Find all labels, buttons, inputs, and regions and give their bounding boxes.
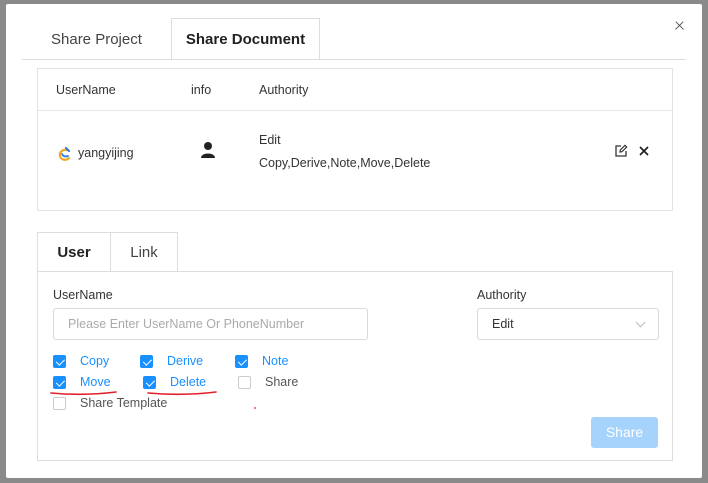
username-label: UserName (53, 288, 113, 302)
shared-users-table: UserName info Authority yangyijing Edit … (37, 68, 673, 211)
add-share-section: User Link UserName Authority Edit Copy D… (37, 232, 673, 461)
row-permissions: Copy,Derive,Note,Move,Delete (259, 156, 431, 170)
checkbox-delete[interactable]: Delete (143, 375, 206, 389)
checkbox-note[interactable]: Note (235, 354, 288, 368)
row-authority-level: Edit (259, 133, 281, 147)
row-username: yangyijing (78, 146, 134, 160)
checkbox-label: Derive (167, 354, 204, 368)
checkbox-share-template[interactable]: Share Template (53, 396, 167, 410)
tab-share-document[interactable]: Share Document (170, 18, 321, 60)
header-username: UserName (56, 83, 116, 97)
username-input[interactable] (53, 308, 368, 340)
checkbox-box[interactable] (53, 396, 66, 410)
top-tabs: Share Project Share Document (22, 18, 321, 60)
checkbox-share[interactable]: Share (238, 375, 298, 389)
header-info: info (191, 83, 212, 97)
tab-link[interactable]: Link (110, 232, 178, 272)
checkbox-derive[interactable]: Derive (140, 354, 203, 368)
edit-icon[interactable] (614, 144, 628, 158)
checkbox-box[interactable] (143, 375, 156, 389)
authority-selected-value: Edit (492, 317, 514, 331)
share-button[interactable]: Share (591, 417, 658, 448)
checkbox-box[interactable] (53, 354, 66, 368)
share-dialog: Share Project Share Document UserName in… (6, 4, 702, 478)
share-mode-tabs: User Link (37, 232, 178, 272)
table-header-divider (38, 110, 672, 111)
person-icon[interactable] (200, 141, 216, 159)
checkbox-label: Copy (80, 354, 110, 368)
checkbox-box[interactable] (235, 354, 248, 368)
checkbox-box[interactable] (238, 375, 251, 389)
checkbox-box[interactable] (140, 354, 153, 368)
chevron-down-icon (635, 317, 646, 328)
authority-label: Authority (477, 288, 527, 302)
close-icon[interactable] (672, 18, 688, 34)
checkbox-copy[interactable]: Copy (53, 354, 109, 368)
checkbox-move[interactable]: Move (53, 375, 111, 389)
red-annotation-marks (50, 391, 256, 409)
user-logo-icon (58, 147, 71, 161)
checkbox-label: Share (265, 375, 299, 389)
tabs-divider (22, 59, 686, 60)
user-share-panel: UserName Authority Edit Copy Derive Note (37, 271, 673, 461)
checkbox-label: Note (262, 354, 289, 368)
tab-user[interactable]: User (37, 232, 110, 272)
checkbox-label: Move (80, 375, 111, 389)
remove-user-icon[interactable] (637, 144, 651, 158)
checkbox-box[interactable] (53, 375, 66, 389)
checkbox-label: Delete (170, 375, 207, 389)
checkbox-label: Share Template (80, 396, 168, 410)
authority-select[interactable]: Edit (477, 308, 659, 340)
tab-share-project[interactable]: Share Project (22, 18, 171, 60)
header-authority: Authority (259, 83, 309, 97)
